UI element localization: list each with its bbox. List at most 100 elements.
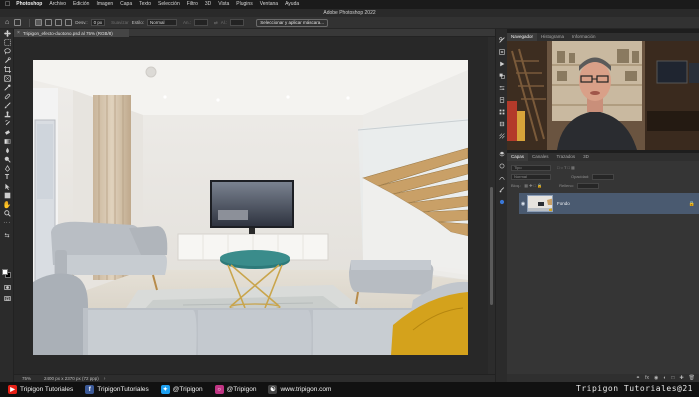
history-brush-icon[interactable] [0, 119, 14, 128]
instagram-icon: ○ [214, 385, 224, 394]
blur-tool-icon[interactable] [0, 146, 14, 155]
hand-tool-icon[interactable]: ✋ [0, 200, 14, 209]
eye-icon[interactable]: ◉ [519, 201, 527, 207]
screen-mode-icon[interactable] [0, 294, 14, 303]
move-tool-icon[interactable] [0, 29, 14, 38]
instagram-handle: @Tripigon [226, 386, 257, 393]
layers-footer: ⚭ fx ◉ ◐ □ ✚ 🗑 [507, 374, 699, 382]
style-select[interactable]: Normal [146, 19, 177, 26]
menu-archivo[interactable]: Archivo [49, 0, 66, 9]
menu-3d[interactable]: 3D [205, 0, 211, 9]
zoom-tool-icon[interactable] [0, 209, 14, 218]
marquee-tool-icon[interactable] [0, 38, 14, 47]
feather-input[interactable]: 0 px [90, 19, 106, 26]
social-footer: ▶ Tripigon Tutoriales f TripigonTutorial… [0, 382, 699, 397]
new-layer-icon[interactable]: ✚ [679, 375, 683, 381]
layer-name[interactable]: Fondo [557, 201, 570, 206]
zoom-level[interactable]: 75% [22, 376, 44, 381]
shape-tool-icon[interactable] [0, 191, 14, 200]
document-tab[interactable]: × Tripigon_efecto-duotono.psd al 75% (RG… [14, 29, 129, 37]
quick-select-tool-icon[interactable] [0, 56, 14, 65]
smooth-checkbox[interactable]: Suavizar [111, 20, 129, 25]
healing-brush-icon[interactable] [0, 92, 14, 101]
marquee-preset-icon[interactable] [14, 19, 22, 26]
height-label: Al.: [220, 20, 228, 25]
layers-tabs: Capas Canales Trazados 3D [507, 153, 699, 161]
tab-informacion[interactable]: Información [568, 33, 600, 41]
new-group-icon[interactable]: □ [671, 375, 674, 381]
tab-navegador[interactable]: Navegador [507, 33, 538, 41]
layer-thumbnail [527, 195, 553, 212]
web-icon: ☯ [268, 385, 278, 394]
chevron-right-icon[interactable]: › [104, 376, 106, 382]
options-bar: ⌂ Desv.: 0 px Suavizar Estilo: Normal An… [0, 17, 699, 29]
tab-capas[interactable]: Capas [507, 153, 529, 161]
gradient-tool-icon[interactable] [0, 137, 14, 146]
add-selection-icon[interactable] [45, 19, 53, 26]
menu-seleccion[interactable]: Selección [158, 0, 180, 9]
fill-input[interactable] [576, 182, 599, 189]
blend-mode-select[interactable]: Normal [511, 173, 551, 180]
menu-edicion[interactable]: Edición [73, 0, 89, 9]
link-layers-icon[interactable]: ⚭ [636, 375, 640, 381]
add-mask-icon[interactable]: ◉ [654, 375, 658, 381]
close-icon[interactable]: × [17, 30, 20, 36]
layer-filter-select[interactable]: Tipo [511, 164, 551, 171]
eraser-tool-icon[interactable] [0, 128, 14, 137]
intersect-selection-icon[interactable] [65, 19, 73, 26]
brush-tool-icon[interactable] [0, 101, 14, 110]
crop-tool-icon[interactable] [0, 65, 14, 74]
document-image[interactable] [33, 60, 468, 355]
lasso-tool-icon[interactable] [0, 47, 14, 56]
tab-trazados[interactable]: Trazados [553, 153, 580, 161]
menu-texto[interactable]: Texto [139, 0, 151, 9]
swap-icon[interactable]: ⇄ [214, 20, 218, 26]
brand-watermark: Tripigon Tutoriales@21 [576, 384, 693, 393]
eyedropper-tool-icon[interactable] [0, 83, 14, 92]
dodge-tool-icon[interactable] [0, 155, 14, 164]
menu-app-photoshop[interactable]: Photoshop [16, 0, 42, 9]
more-tools-icon[interactable]: ··· [0, 218, 14, 227]
layer-row-fondo[interactable]: ◉ Fondo 🔒 [519, 193, 699, 214]
fx-icon[interactable]: fx [645, 375, 649, 381]
apple-icon[interactable]:  [5, 0, 10, 9]
lock-label: Bloq.: [511, 183, 522, 188]
pen-tool-icon[interactable] [0, 164, 14, 173]
menu-plugins[interactable]: Plugins [236, 0, 252, 9]
type-tool-icon[interactable]: T [0, 173, 14, 182]
filter-icons[interactable]: □ ○ T □ ▦ [557, 165, 575, 170]
menu-imagen[interactable]: Imagen [96, 0, 113, 9]
website: www.tripigon.com [280, 386, 332, 393]
new-selection-icon[interactable] [35, 19, 43, 26]
tab-3d[interactable]: 3D [579, 153, 593, 161]
tools-panel: T ✋ ··· ⇆ [0, 29, 14, 382]
menu-filtro[interactable]: Filtro [187, 0, 198, 9]
feather-label: Desv.: [75, 20, 88, 25]
menu-capa[interactable]: Capa [120, 0, 132, 9]
adjustment-layer-icon[interactable]: ◐ [663, 375, 666, 381]
clone-stamp-icon[interactable] [0, 110, 14, 119]
height-input[interactable] [230, 19, 245, 26]
trash-icon[interactable]: 🗑 [689, 375, 695, 381]
tab-histograma[interactable]: Histograma [537, 33, 568, 41]
menu-ayuda[interactable]: Ayuda [285, 0, 299, 9]
frame-tool-icon[interactable] [0, 74, 14, 83]
subtract-selection-icon[interactable] [55, 19, 63, 26]
quick-mask-icon[interactable] [0, 283, 14, 292]
lock-icons[interactable]: ▦ ✚ □ 🔒 [524, 183, 542, 188]
blend-row: Normal Opacidad: [511, 173, 615, 180]
opacity-input[interactable] [592, 173, 615, 180]
youtube-icon: ▶ [8, 385, 17, 394]
path-select-tool-icon[interactable] [0, 182, 14, 191]
menu-ventana[interactable]: Ventana [260, 0, 278, 9]
tab-canales[interactable]: Canales [528, 153, 553, 161]
menu-vista[interactable]: Vista [218, 0, 229, 9]
foreground-color-swatch[interactable] [2, 269, 8, 275]
edit-toolbar-icon[interactable]: ⇆ [0, 231, 14, 240]
canvas-vertical-scrollbar[interactable] [488, 37, 495, 374]
width-input[interactable] [193, 19, 208, 26]
select-mask-button[interactable]: Seleccionar y aplicar máscara... [256, 18, 329, 27]
panel-icon-strip [495, 29, 507, 382]
scrollbar-thumb[interactable] [490, 187, 493, 305]
home-icon[interactable]: ⌂ [5, 19, 9, 26]
